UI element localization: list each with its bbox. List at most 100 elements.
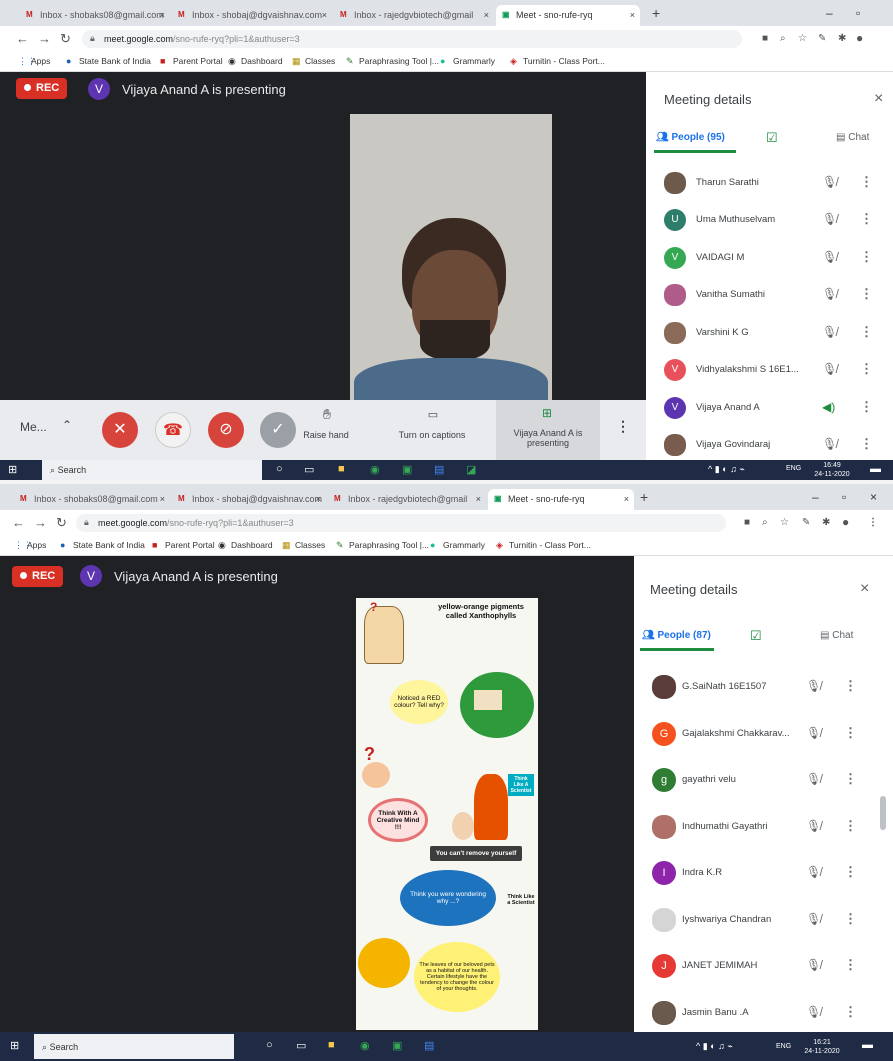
cortana-icon[interactable]: ○ [276,463,283,475]
mic-muted-icon[interactable]: 🎙︎̸ [806,679,821,693]
participant-row[interactable]: Vanitha Sumathi 🎙︎̸ ⋮ [646,277,893,315]
camera-off-button[interactable]: ⊘ [208,412,244,448]
close-tab-icon[interactable]: × [160,10,165,20]
participant-more-icon[interactable]: ⋮ [844,911,857,927]
extension-icon[interactable]: ✎ [802,517,810,528]
reload-icon[interactable]: ↻ [60,31,71,47]
camera-icon[interactable]: ■ [762,33,768,44]
bookmark-turnitin[interactable]: ◈ Turnitin - Class Port... [510,56,605,67]
mic-muted-icon[interactable]: 🎙︎̸ [822,250,837,264]
participant-row[interactable]: g gayathri velu 🎙︎̸ ⋮ [634,757,893,804]
participant-row[interactable]: Vijaya Govindaraj 🎙︎̸ ⋮ [646,427,893,465]
close-tab-icon[interactable]: × [484,10,489,20]
browser-tab[interactable]: M Inbox - shobaj@dgvaishnav.com × [172,5,332,26]
bookmark-apps[interactable]: ⋮⋮Apps [14,540,46,551]
tab-chat[interactable]: ▤ Chat [836,132,869,143]
tab-people[interactable]: 👥︎ People (95) [656,132,725,143]
close-tab-icon[interactable]: × [630,10,635,20]
bookmark-parent-portal[interactable]: ■ Parent Portal [160,56,223,66]
participant-row[interactable]: V VAIDAGI M 🎙︎̸ ⋮ [646,239,893,277]
browser-tab[interactable]: M Inbox - rajedgvbiotech@gmail × [328,489,486,510]
mail-icon[interactable]: ▤ [434,463,444,476]
star-icon[interactable]: ☆ [798,33,807,44]
bookmark-classes[interactable]: ▦ Classes [282,540,325,551]
mic-muted-icon[interactable]: 🎙︎̸ [822,175,837,189]
browser-tab-active[interactable]: ▣ Meet - sno-rufe-ryq × [488,489,634,510]
browser-menu-icon[interactable]: ⋮ [868,517,878,528]
excel-icon[interactable]: ▣ [402,463,412,476]
participant-row[interactable]: Jasmin Banu .A 🎙︎̸ ⋮ [634,990,893,1037]
bookmark-turnitin[interactable]: ◈ Turnitin - Class Port... [496,540,591,551]
close-tab-icon[interactable]: × [322,10,327,20]
bookmark-sbi[interactable]: ● State Bank of India [60,540,145,550]
chrome-icon[interactable]: ◉ [360,1039,370,1052]
captions-icon[interactable]: ▭ [418,408,448,421]
mic-off-button[interactable]: ✕ [102,412,138,448]
mic-muted-icon[interactable]: 🎙︎̸ [806,726,821,740]
mail-icon[interactable]: ▤ [424,1039,434,1052]
mic-muted-icon[interactable]: 🎙︎̸ [822,325,837,339]
participant-row[interactable]: Indhumathi Gayathri 🎙︎̸ ⋮ [634,804,893,851]
taskbar-clock[interactable]: 16:49 24-11-2020 [810,461,854,479]
raise-hand-icon[interactable]: ✋︎ [312,406,342,423]
browser-tab[interactable]: M Inbox - shobaks08@gmail.com × [20,5,170,26]
app-icon[interactable]: ◪ [466,463,476,476]
system-tray-icons[interactable]: ^ ▮ ◐ ♫ ⌁ [696,1041,733,1052]
mic-muted-icon[interactable]: 🎙︎̸ [806,1005,821,1019]
bookmark-apps[interactable]: ⋮⋮Apps [18,56,50,67]
reload-icon[interactable]: ↻ [56,515,67,531]
participant-row[interactable]: Iyshwariya Chandran 🎙︎̸ ⋮ [634,897,893,944]
back-icon[interactable]: ← [12,515,25,530]
participant-more-icon[interactable]: ⋮ [844,725,857,741]
zoom-icon[interactable]: ⌕ [762,517,768,528]
participant-more-icon[interactable]: ⋮ [860,361,873,377]
notifications-icon[interactable]: ▬ [862,1039,873,1051]
url-input[interactable]: 🔒︎ meet.google.com/sno-rufe-ryq?pli=1&aut… [76,514,726,532]
mic-muted-icon[interactable]: 🎙︎̸ [806,865,821,879]
system-tray-icons[interactable]: ^ ▮ ◐ ♫ ⌁ [708,464,745,475]
participant-more-icon[interactable]: ⋮ [860,324,873,340]
participant-more-icon[interactable]: ⋮ [844,678,857,694]
participant-more-icon[interactable]: ⋮ [860,399,873,415]
participant-more-icon[interactable]: ⋮ [844,864,857,880]
participant-row[interactable]: V Vijaya Anand A ◀︎) ⋮ [646,389,893,427]
participant-more-icon[interactable]: ⋮ [844,818,857,834]
close-panel-icon[interactable]: × [860,580,869,598]
participant-more-icon[interactable]: ⋮ [860,286,873,302]
forward-icon[interactable]: → [34,515,47,530]
language-indicator[interactable]: ENG [786,465,801,472]
minimize-icon[interactable]: – [826,6,833,20]
profile-avatar-icon[interactable]: ● [842,515,849,529]
mic-muted-icon[interactable]: 🎙︎̸ [822,287,837,301]
participant-row[interactable]: U Uma Muthuselvam 🎙︎̸ ⋮ [646,202,893,240]
bookmark-grammarly[interactable]: ● Grammarly [430,540,485,550]
bookmark-dashboard[interactable]: ◉ Dashboard [228,56,283,67]
taskbar-search[interactable]: ⌕ Search [34,1034,234,1059]
zoom-icon[interactable]: ⌕ [780,33,786,44]
puzzle-icon[interactable]: ✱ [838,33,846,44]
taskbar-search[interactable]: ⌕ Search [42,460,262,480]
url-input[interactable]: 🔒︎ meet.google.com/sno-rufe-ryq?pli=1&aut… [82,30,742,48]
minimize-icon[interactable]: – [812,490,819,504]
participant-row[interactable]: J JANET JEMIMAH 🎙︎̸ ⋮ [634,943,893,990]
bookmark-paraphrasing[interactable]: ✎ Paraphrasing Tool |... [346,56,439,67]
self-view-label[interactable]: Me... [20,420,47,434]
participant-row[interactable]: Tharun Sarathi 🎙︎̸ ⋮ [646,164,893,202]
windows-start-icon[interactable]: ⊞ [8,463,17,476]
bookmark-parent-portal[interactable]: ■ Parent Portal [152,540,215,550]
participant-row[interactable]: G Gajalakshmi Chakkarav... 🎙︎̸ ⋮ [634,711,893,758]
cortana-icon[interactable]: ○ [266,1039,273,1051]
bookmark-sbi[interactable]: ● State Bank of India [66,56,151,66]
mic-muted-icon[interactable]: 🎙︎̸ [806,912,821,926]
bookmark-grammarly[interactable]: ● Grammarly [440,56,495,66]
mic-muted-icon[interactable]: 🎙︎̸ [806,819,821,833]
browser-tab-active[interactable]: ▣ Meet - sno-rufe-ryq × [496,5,640,26]
browser-tab[interactable]: M Inbox - shobaj@dgvaishnav.com × [172,489,326,510]
tab-chat[interactable]: ▤ Chat [820,630,853,641]
mic-muted-icon[interactable]: 🎙︎̸ [806,958,821,972]
participant-more-icon[interactable]: ⋮ [844,1004,857,1020]
puzzle-icon[interactable]: ✱ [822,517,830,528]
browser-tab[interactable]: M Inbox - shobaks08@gmail.com × [14,489,170,510]
windows-start-icon[interactable]: ⊞ [10,1039,19,1052]
participant-more-icon[interactable]: ⋮ [860,174,873,190]
